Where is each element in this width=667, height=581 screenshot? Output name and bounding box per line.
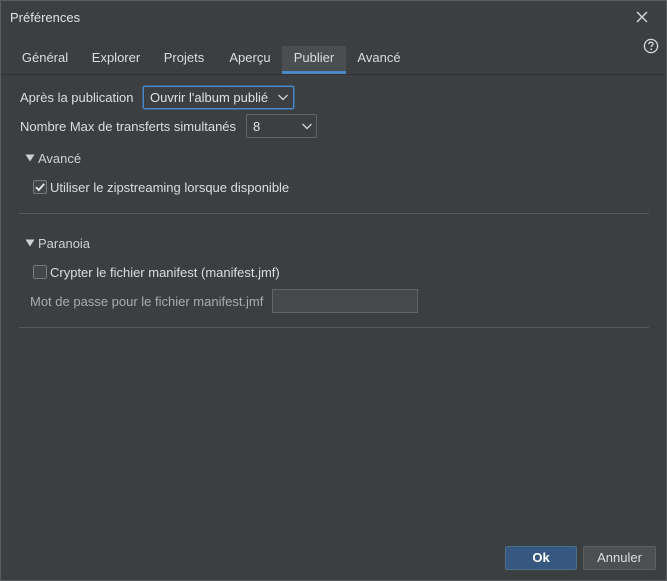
advanced-section-header: Avancé bbox=[38, 151, 82, 166]
ok-button[interactable]: Ok bbox=[505, 546, 577, 570]
title-bar: Préférences bbox=[1, 1, 666, 34]
tab-label: Général bbox=[21, 50, 69, 65]
section-divider bbox=[19, 213, 649, 214]
encrypt-manifest-label: Crypter le fichier manifest (manifest.jm… bbox=[50, 265, 280, 280]
tab-avance[interactable]: Avancé bbox=[349, 46, 409, 73]
max-transfers-label: Nombre Max de transferts simultanés bbox=[20, 119, 237, 134]
window-title: Préférences bbox=[10, 10, 81, 25]
help-icon[interactable] bbox=[643, 38, 659, 54]
checkmark-icon bbox=[35, 183, 45, 192]
manifest-password-field[interactable] bbox=[272, 289, 418, 313]
tab-label: Aperçu bbox=[229, 50, 271, 65]
max-transfers-value: 8 bbox=[253, 119, 261, 134]
tab-projets[interactable]: Projets bbox=[155, 46, 213, 73]
cancel-button-label: Annuler bbox=[597, 550, 642, 565]
after-publish-select[interactable]: Ouvrir l'album publié bbox=[143, 86, 294, 109]
tab-publier[interactable]: Publier bbox=[282, 46, 346, 74]
max-transfers-select[interactable]: 8 bbox=[246, 114, 317, 138]
manifest-password-label: Mot de passe pour le fichier manifest.jm… bbox=[30, 294, 264, 309]
tab-explorer[interactable]: Explorer bbox=[81, 46, 151, 73]
ok-button-label: Ok bbox=[532, 550, 550, 565]
triangle-down-icon bbox=[25, 154, 35, 162]
chevron-down-icon bbox=[302, 123, 312, 130]
paranoia-section-toggle[interactable]: Paranoia bbox=[25, 236, 115, 252]
after-publish-value: Ouvrir l'album publié bbox=[150, 90, 269, 105]
chevron-down-icon bbox=[278, 94, 288, 101]
triangle-down-icon bbox=[25, 239, 35, 247]
tab-label: Explorer bbox=[91, 50, 141, 65]
tab-label: Projets bbox=[163, 50, 205, 65]
advanced-section-toggle[interactable]: Avancé bbox=[25, 151, 115, 167]
encrypt-manifest-checkbox[interactable] bbox=[33, 265, 47, 279]
preferences-dialog: Préférences Général Explorer Projets Ape… bbox=[0, 0, 667, 581]
close-icon bbox=[636, 11, 648, 23]
section-divider bbox=[19, 327, 649, 328]
after-publish-label: Après la publication bbox=[20, 90, 134, 105]
cancel-button[interactable]: Annuler bbox=[583, 546, 656, 570]
tab-label: Avancé bbox=[357, 50, 401, 65]
tab-apercu[interactable]: Aperçu bbox=[219, 46, 281, 73]
tab-divider bbox=[1, 74, 666, 75]
zipstreaming-label: Utiliser le zipstreaming lorsque disponi… bbox=[50, 180, 290, 195]
tab-label: Publier bbox=[293, 50, 335, 65]
zipstreaming-checkbox[interactable] bbox=[33, 180, 47, 194]
close-button[interactable] bbox=[631, 6, 653, 28]
tab-general[interactable]: Général bbox=[13, 46, 77, 73]
paranoia-section-header: Paranoia bbox=[38, 236, 91, 251]
